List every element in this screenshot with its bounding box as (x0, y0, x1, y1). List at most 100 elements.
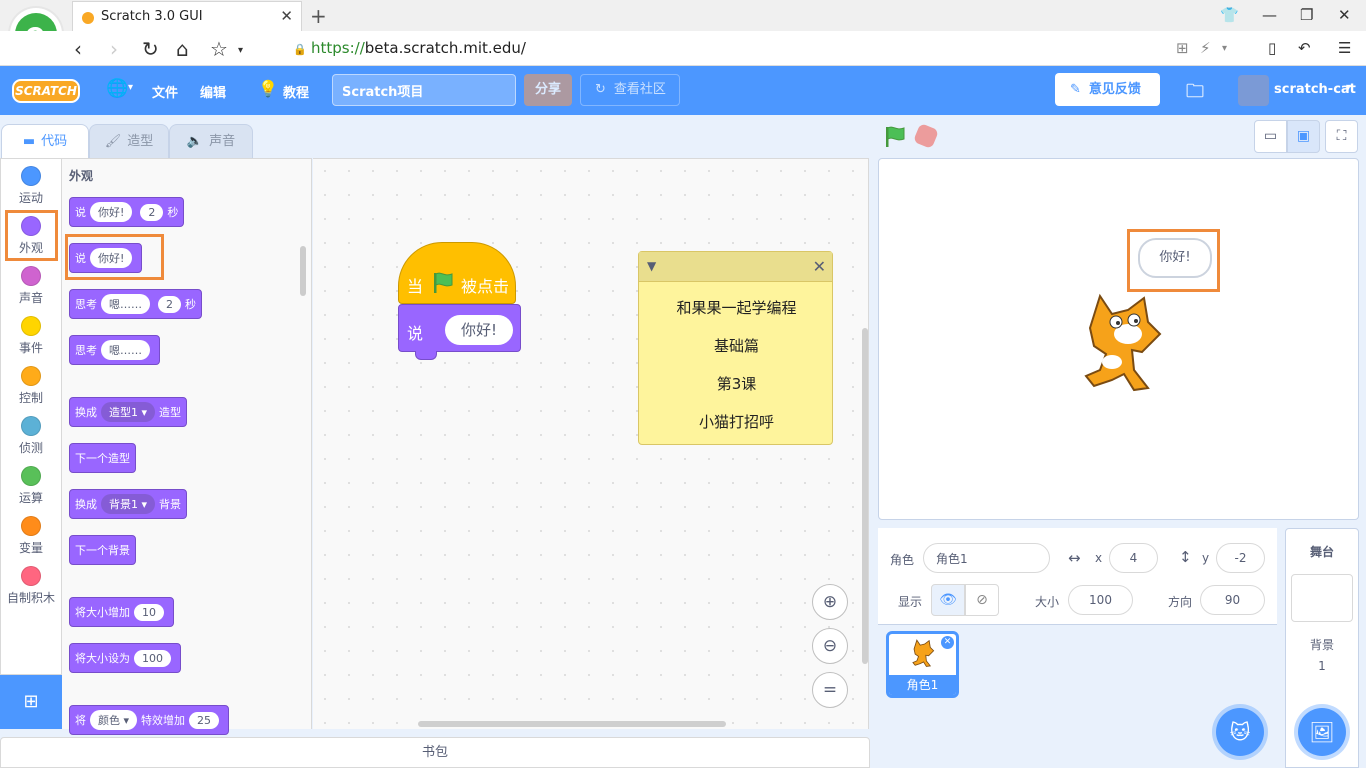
sprite-tile[interactable]: ✕ 角色1 (886, 631, 959, 698)
block-set-size[interactable]: 将大小设为 100 (69, 643, 181, 673)
restore-icon[interactable]: ❐ (1300, 6, 1313, 24)
menu-icon[interactable]: ☰ (1338, 39, 1351, 57)
share-button[interactable]: 分享 (524, 74, 572, 106)
when-flag-clicked-block[interactable]: 当 被点击 (398, 242, 516, 304)
menu-file[interactable]: 文件 (152, 82, 178, 101)
new-tab-icon[interactable]: + (310, 4, 327, 28)
category-variables[interactable]: 变量 (0, 516, 62, 556)
lightning-icon[interactable]: ⚡ (1200, 39, 1211, 57)
language-globe-icon[interactable]: 🌐 (106, 78, 128, 99)
menu-edit[interactable]: 编辑 (200, 82, 226, 101)
back-icon[interactable]: ‹ (74, 37, 82, 61)
my-stuff-folder-icon[interactable]: 🗀 (1186, 79, 1204, 109)
account-caret-icon[interactable]: ▾ (1346, 82, 1351, 93)
block-say-for-secs[interactable]: 说 你好! 2 秒 (69, 197, 185, 227)
cat-sprite[interactable] (1072, 290, 1172, 398)
x-input[interactable]: 4 (1109, 543, 1158, 573)
say-input[interactable]: 你好! (445, 315, 513, 345)
tab-sounds[interactable]: 🔈 声音 (169, 124, 253, 158)
block-input[interactable]: 25 (189, 711, 220, 729)
apps-grid-icon[interactable]: ⊞ (1176, 39, 1189, 57)
block-switch-backdrop[interactable]: 换成 背景1 ▾ 背景 (69, 489, 188, 519)
note-header[interactable]: ▼ ✕ (639, 252, 832, 282)
fullscreen-button[interactable]: ⛶ (1325, 120, 1358, 153)
close-tab-icon[interactable]: ✕ (280, 7, 293, 25)
block-input[interactable]: 10 (134, 603, 164, 621)
favorite-dropdown-icon[interactable]: ▾ (238, 45, 243, 56)
zoom-in-button[interactable]: ⊕ (812, 584, 848, 620)
block-next-backdrop[interactable]: 下一个背景 (69, 535, 136, 565)
language-caret-icon[interactable]: ▾ (128, 82, 133, 93)
backdrop-dropdown[interactable]: 背景1 ▾ (101, 494, 156, 514)
forward-icon[interactable]: › (110, 37, 118, 61)
address-bar[interactable]: https://beta.scratch.mit.edu/ (311, 39, 526, 57)
sprite-name-input[interactable] (923, 543, 1050, 573)
home-icon[interactable]: ⌂ (176, 37, 189, 61)
browser-tab[interactable]: Scratch 3.0 GUI ✕ (72, 1, 302, 31)
reader-icon[interactable]: ▯ (1268, 39, 1276, 57)
workspace-vertical-scrollbar[interactable] (862, 328, 868, 664)
workspace-horizontal-scrollbar[interactable] (418, 721, 726, 727)
comment-note[interactable]: ▼ ✕ 和果果一起学编程 基础篇 第3课 小猫打招呼 (638, 251, 833, 445)
show-visible-button[interactable]: 👁 (931, 584, 965, 616)
block-change-effect[interactable]: 将 颜色 ▾ 特效增加 25 (69, 705, 230, 735)
green-flag-button[interactable] (883, 125, 907, 153)
stage-thumbnail[interactable] (1291, 574, 1353, 622)
category-operators[interactable]: 运算 (0, 466, 62, 506)
favorite-star-icon[interactable]: ☆ (210, 37, 228, 61)
block-next-costume[interactable]: 下一个造型 (69, 443, 136, 473)
block-input[interactable]: 2 (140, 203, 164, 221)
effect-dropdown[interactable]: 颜色 ▾ (90, 710, 138, 730)
block-think[interactable]: 思考 嗯…… (69, 335, 160, 365)
menu-tutorials[interactable]: 教程 (283, 82, 309, 101)
block-think-for-secs[interactable]: 思考 嗯…… 2 秒 (69, 289, 202, 319)
zoom-out-button[interactable]: ⊖ (812, 628, 848, 664)
say-block[interactable]: 说 你好! (398, 304, 521, 360)
block-input[interactable]: 2 (158, 295, 181, 313)
collapse-caret-icon[interactable]: ▼ (647, 259, 656, 273)
zoom-reset-button[interactable]: = (812, 672, 848, 708)
feedback-button[interactable]: ✎ 意见反馈 (1055, 73, 1160, 106)
large-stage-button[interactable]: ▣ (1287, 120, 1320, 153)
size-input[interactable]: 100 (1068, 585, 1133, 615)
category-sensing[interactable]: 侦测 (0, 416, 62, 456)
user-avatar[interactable] (1238, 75, 1269, 106)
scratch-logo[interactable]: SCRATCH (12, 79, 80, 103)
block-change-size[interactable]: 将大小增加 10 (69, 597, 174, 627)
close-note-icon[interactable]: ✕ (813, 257, 826, 276)
add-backdrop-button[interactable]: 🖼 (1298, 708, 1346, 756)
category-motion[interactable]: 运动 (0, 166, 62, 206)
block-input[interactable]: 嗯…… (101, 340, 150, 360)
delete-sprite-icon[interactable]: ✕ (941, 636, 954, 649)
tab-code[interactable]: ▬ 代码 (1, 124, 89, 160)
category-events[interactable]: 事件 (0, 316, 62, 356)
undo-icon[interactable]: ↶ (1298, 39, 1311, 57)
costume-dropdown[interactable]: 造型1 ▾ (101, 402, 156, 422)
username[interactable]: scratch-cat (1274, 82, 1356, 97)
brush-icon: 🖌 (104, 134, 122, 149)
category-control[interactable]: 控制 (0, 366, 62, 406)
add-sprite-button[interactable]: 🐱 (1216, 708, 1264, 756)
tab-costumes[interactable]: 🖌 造型 (89, 124, 169, 158)
backpack[interactable]: 书包 (0, 737, 870, 768)
lightning-dropdown-icon[interactable]: ▾ (1222, 43, 1227, 54)
small-stage-button[interactable]: ▭ (1254, 120, 1287, 153)
block-input[interactable]: 你好! (90, 202, 133, 222)
close-window-icon[interactable]: ✕ (1338, 6, 1351, 24)
add-extension-button[interactable]: ⊞ (0, 675, 62, 729)
category-my-blocks[interactable]: 自制积木 (0, 566, 62, 606)
see-community-button[interactable]: ↻ 查看社区 (580, 74, 680, 106)
reload-icon[interactable]: ↻ (142, 37, 159, 61)
block-input[interactable]: 嗯…… (101, 294, 150, 314)
minimize-icon[interactable]: — (1262, 6, 1277, 24)
block-input[interactable]: 100 (134, 649, 171, 667)
palette-scrollbar[interactable] (300, 246, 306, 296)
show-hidden-button[interactable]: ⊘ (965, 584, 999, 616)
y-input[interactable]: -2 (1216, 543, 1265, 573)
project-title-input[interactable] (332, 74, 516, 106)
direction-input[interactable]: 90 (1200, 585, 1265, 615)
skin-icon[interactable]: 👕 (1220, 6, 1239, 24)
category-sound[interactable]: 声音 (0, 266, 62, 306)
block-switch-costume[interactable]: 换成 造型1 ▾ 造型 (69, 397, 188, 427)
stop-button[interactable] (912, 122, 940, 150)
